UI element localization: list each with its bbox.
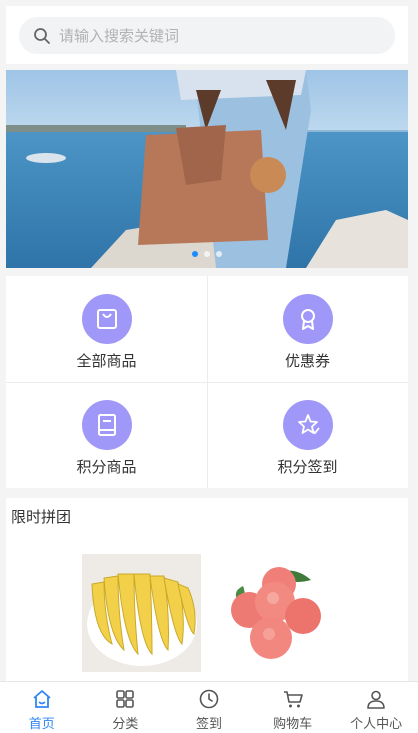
user-icon [365, 688, 387, 710]
badge-icon [282, 294, 333, 344]
product-image-bananas[interactable] [82, 554, 201, 676]
carousel-dot[interactable] [216, 251, 222, 257]
grid-item-label: 全部商品 [76, 352, 137, 370]
clock-icon [198, 688, 220, 710]
home-icon [31, 688, 53, 710]
cart-icon [282, 688, 304, 710]
grid-item-label: 积分签到 [277, 458, 338, 476]
tab-label: 个人中心 [350, 717, 403, 732]
tab-label: 签到 [195, 717, 222, 732]
search-bar [6, 6, 408, 64]
page: 全部商品 优惠券 积分商品 [0, 0, 418, 733]
tab-label: 购物车 [273, 717, 313, 732]
grid-item-label: 积分商品 [76, 458, 137, 476]
category-icon [114, 688, 136, 710]
tab-label: 首页 [28, 717, 55, 732]
feature-grid: 全部商品 优惠券 积分商品 积分签到 [6, 276, 408, 488]
tab-category[interactable]: 分类 [84, 682, 168, 733]
grid-item-all-products[interactable]: 全部商品 [6, 276, 207, 382]
search-box[interactable] [19, 17, 395, 54]
tab-profile[interactable]: 个人中心 [334, 682, 418, 733]
shopping-bag-icon [81, 294, 132, 344]
tab-home[interactable]: 首页 [0, 682, 84, 733]
grid-item-label: 优惠券 [284, 352, 330, 370]
product-image-peaches[interactable] [221, 562, 325, 666]
grid-item-coupons[interactable]: 优惠券 [207, 276, 408, 382]
star-check-icon [282, 400, 333, 450]
carousel-indicators [6, 251, 408, 257]
bottom-tab-bar: 首页 分类 签到 购物车 个人中心 [0, 681, 418, 733]
tab-cart[interactable]: 购物车 [251, 682, 335, 733]
grid-item-points-products[interactable]: 积分商品 [6, 382, 207, 488]
book-icon [81, 400, 132, 450]
grid-item-points-signin[interactable]: 积分签到 [207, 382, 408, 488]
carousel-dot[interactable] [204, 251, 210, 257]
tab-label: 分类 [112, 717, 139, 732]
group-buy-section: 限时拼团 [6, 498, 408, 688]
section-title: 限时拼团 [11, 508, 72, 526]
banner-image [6, 70, 408, 268]
search-input[interactable] [57, 25, 357, 46]
search-icon [33, 27, 51, 45]
tab-signin[interactable]: 签到 [167, 682, 251, 733]
banner-carousel[interactable] [6, 70, 408, 268]
carousel-dot[interactable] [192, 251, 198, 257]
